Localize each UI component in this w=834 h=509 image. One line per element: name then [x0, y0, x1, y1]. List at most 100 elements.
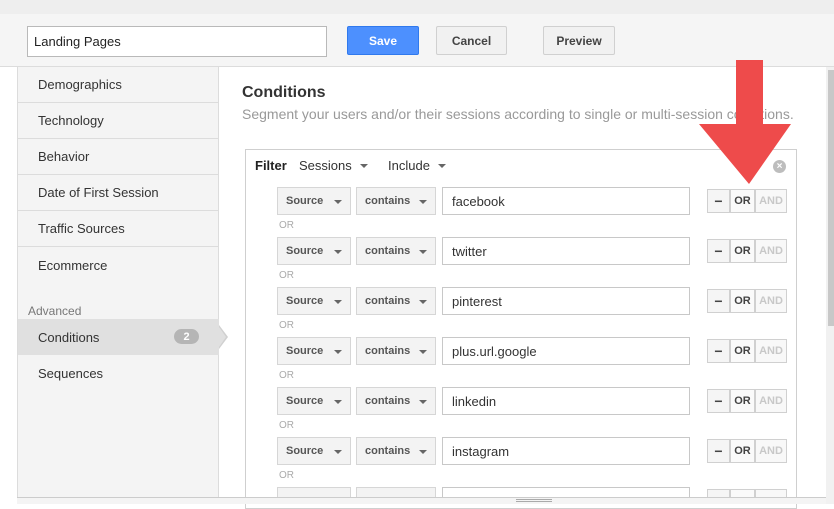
or-button[interactable]: OR [730, 439, 755, 463]
scope-dropdown[interactable]: Sessions [299, 158, 368, 173]
dimension-select-label: Source [286, 295, 324, 307]
annotation-arrow-icon [699, 60, 791, 184]
dimension-select[interactable]: Source [277, 337, 351, 365]
chevron-down-icon [419, 350, 427, 354]
remove-condition-button[interactable]: − [707, 189, 730, 213]
remove-condition-button[interactable]: − [707, 239, 730, 263]
annotation-arrow-shape [699, 60, 791, 184]
dimension-select[interactable]: Source [277, 437, 351, 465]
preview-button[interactable]: Preview [543, 26, 615, 55]
operator-select-label: contains [365, 295, 411, 307]
remove-condition-button[interactable]: − [707, 389, 730, 413]
chevron-down-icon [334, 300, 342, 304]
condition-row: Source contains facebook − OR AND [277, 187, 797, 217]
or-button[interactable]: OR [730, 389, 755, 413]
and-button[interactable]: AND [755, 389, 787, 413]
active-item-pointer-fill [219, 327, 226, 347]
remove-condition-button[interactable]: − [707, 439, 730, 463]
sidebar-item-demographics[interactable]: Demographics [18, 67, 218, 103]
or-button[interactable]: OR [730, 189, 755, 213]
conditions-count-badge: 2 [174, 329, 199, 344]
dimension-select-label: Source [286, 395, 324, 407]
sidebar-item-sequences[interactable]: Sequences [18, 355, 219, 391]
operator-select-label: contains [365, 245, 411, 257]
chevron-down-icon [334, 450, 342, 454]
chevron-down-icon [419, 400, 427, 404]
sidebar-item-label: Date of First Session [38, 185, 159, 200]
filter-label: Filter [255, 158, 287, 173]
sidebar: Demographics Technology Behavior Date of… [17, 67, 228, 504]
sidebar-item-traffic-sources[interactable]: Traffic Sources [18, 211, 218, 247]
scrollbar-thumb[interactable] [828, 70, 834, 326]
condition-value-input[interactable]: linkedin [442, 387, 690, 415]
operator-select-label: contains [365, 345, 411, 357]
condition-row: Source contains plus.url.google − OR AND [277, 337, 797, 367]
chevron-down-icon [419, 200, 427, 204]
or-button[interactable]: OR [730, 289, 755, 313]
remove-condition-button[interactable]: − [707, 339, 730, 363]
scope-dropdown-label: Sessions [299, 158, 352, 173]
save-button[interactable]: Save [347, 26, 419, 55]
sidebar-group-advanced: Advanced [28, 304, 82, 318]
chevron-down-icon [334, 350, 342, 354]
include-dropdown-label: Include [388, 158, 430, 173]
chevron-down-icon [419, 300, 427, 304]
dimension-select-label: Source [286, 445, 324, 457]
operator-select[interactable]: contains [356, 187, 436, 215]
top-strip [0, 0, 834, 14]
or-separator: OR [279, 320, 294, 331]
operator-select-label: contains [365, 395, 411, 407]
or-button[interactable]: OR [730, 339, 755, 363]
sidebar-item-technology[interactable]: Technology [18, 103, 218, 139]
condition-row: Source contains twitter − OR AND [277, 237, 797, 267]
sidebar-item-conditions[interactable]: Conditions 2 [18, 319, 219, 355]
and-button[interactable]: AND [755, 239, 787, 263]
operator-select[interactable]: contains [356, 437, 436, 465]
page-title: Conditions [242, 84, 326, 101]
sidebar-item-behavior[interactable]: Behavior [18, 139, 218, 175]
and-button[interactable]: AND [755, 339, 787, 363]
resize-grip-icon[interactable] [516, 499, 552, 502]
operator-select[interactable]: contains [356, 237, 436, 265]
dimension-select[interactable]: Source [277, 187, 351, 215]
chevron-down-icon [419, 250, 427, 254]
sidebar-item-label: Traffic Sources [38, 221, 125, 236]
chevron-down-icon [334, 200, 342, 204]
sidebar-item-label: Sequences [38, 365, 104, 381]
operator-select-label: contains [365, 195, 411, 207]
condition-value-input[interactable]: plus.url.google [442, 337, 690, 365]
cancel-button[interactable]: Cancel [436, 26, 507, 55]
and-button[interactable]: AND [755, 439, 787, 463]
condition-row: Source contains instagram − OR AND [277, 437, 797, 467]
sidebar-item-label: Demographics [38, 77, 122, 92]
operator-select-label: contains [365, 445, 411, 457]
chevron-down-icon [419, 450, 427, 454]
chevron-down-icon [334, 400, 342, 404]
sidebar-item-ecommerce[interactable]: Ecommerce [18, 247, 218, 283]
or-separator: OR [279, 270, 294, 281]
and-button[interactable]: AND [755, 289, 787, 313]
condition-value-input[interactable]: instagram [442, 437, 690, 465]
dimension-select[interactable]: Source [277, 287, 351, 315]
sidebar-item-date-of-first-session[interactable]: Date of First Session [18, 175, 218, 211]
include-dropdown[interactable]: Include [388, 158, 446, 173]
operator-select[interactable]: contains [356, 287, 436, 315]
sidebar-item-label: Technology [38, 113, 104, 128]
or-button[interactable]: OR [730, 239, 755, 263]
condition-row: Source contains linkedin − OR AND [277, 387, 797, 417]
resize-bar[interactable] [17, 497, 826, 504]
chevron-down-icon [334, 250, 342, 254]
condition-value-input[interactable]: facebook [442, 187, 690, 215]
operator-select[interactable]: contains [356, 337, 436, 365]
condition-value-input[interactable]: pinterest [442, 287, 690, 315]
remove-condition-button[interactable]: − [707, 289, 730, 313]
dimension-select-label: Source [286, 245, 324, 257]
dimension-select-label: Source [286, 345, 324, 357]
and-button[interactable]: AND [755, 189, 787, 213]
dimension-select[interactable]: Source [277, 237, 351, 265]
operator-select[interactable]: contains [356, 387, 436, 415]
dimension-select[interactable]: Source [277, 387, 351, 415]
condition-value-input[interactable]: twitter [442, 237, 690, 265]
segment-name-input[interactable] [27, 26, 327, 57]
sidebar-item-label: Ecommerce [38, 257, 108, 273]
